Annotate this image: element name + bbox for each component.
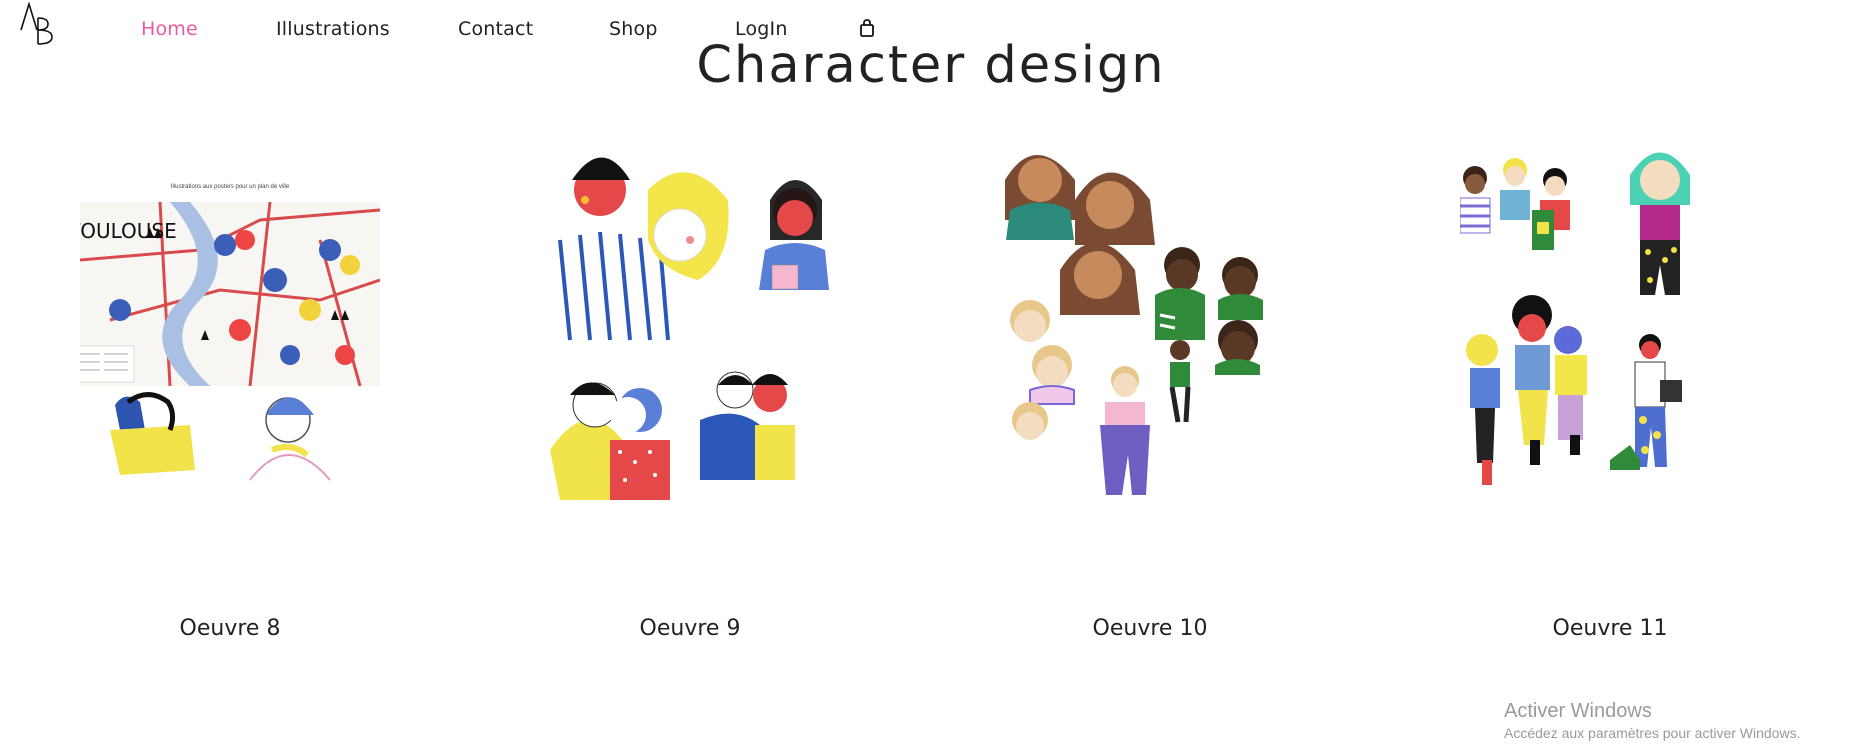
map-title: TOULOUSE — [80, 219, 177, 243]
gallery-card-oeuvre-9[interactable]: Oeuvre 9 — [460, 140, 920, 660]
card-title[interactable]: Oeuvre 10 — [920, 616, 1380, 641]
shopping-bag-icon[interactable] — [858, 18, 876, 38]
artwork-image — [550, 157, 829, 500]
artwork-image — [1460, 152, 1690, 485]
map-caption: Illustrations aux posters pour un plan d… — [171, 184, 290, 190]
card-title[interactable]: Oeuvre 9 — [460, 616, 920, 641]
gallery-card-oeuvre-11[interactable]: Oeuvre 11 — [1380, 140, 1840, 660]
card-title[interactable]: Oeuvre 8 — [0, 616, 460, 641]
gallery-card-oeuvre-8[interactable]: Illustrations aux posters pour un plan d… — [0, 140, 460, 660]
watermark-title: Activer Windows — [1504, 700, 1652, 722]
page-title: Character design — [696, 36, 1166, 95]
card-title[interactable]: Oeuvre 11 — [1380, 616, 1840, 641]
gallery-card-oeuvre-10[interactable]: Oeuvre 10 — [920, 140, 1380, 660]
watermark-subtitle: Accédez aux paramètres pour activer Wind… — [1504, 725, 1801, 741]
gallery: Illustrations aux posters pour un plan d… — [0, 140, 1862, 660]
windows-activation-watermark: Activer Windows Accédez aux paramètres p… — [1504, 700, 1800, 741]
artwork-image: Illustrations aux posters pour un plan d… — [80, 184, 380, 481]
artwork-image — [1005, 155, 1263, 495]
